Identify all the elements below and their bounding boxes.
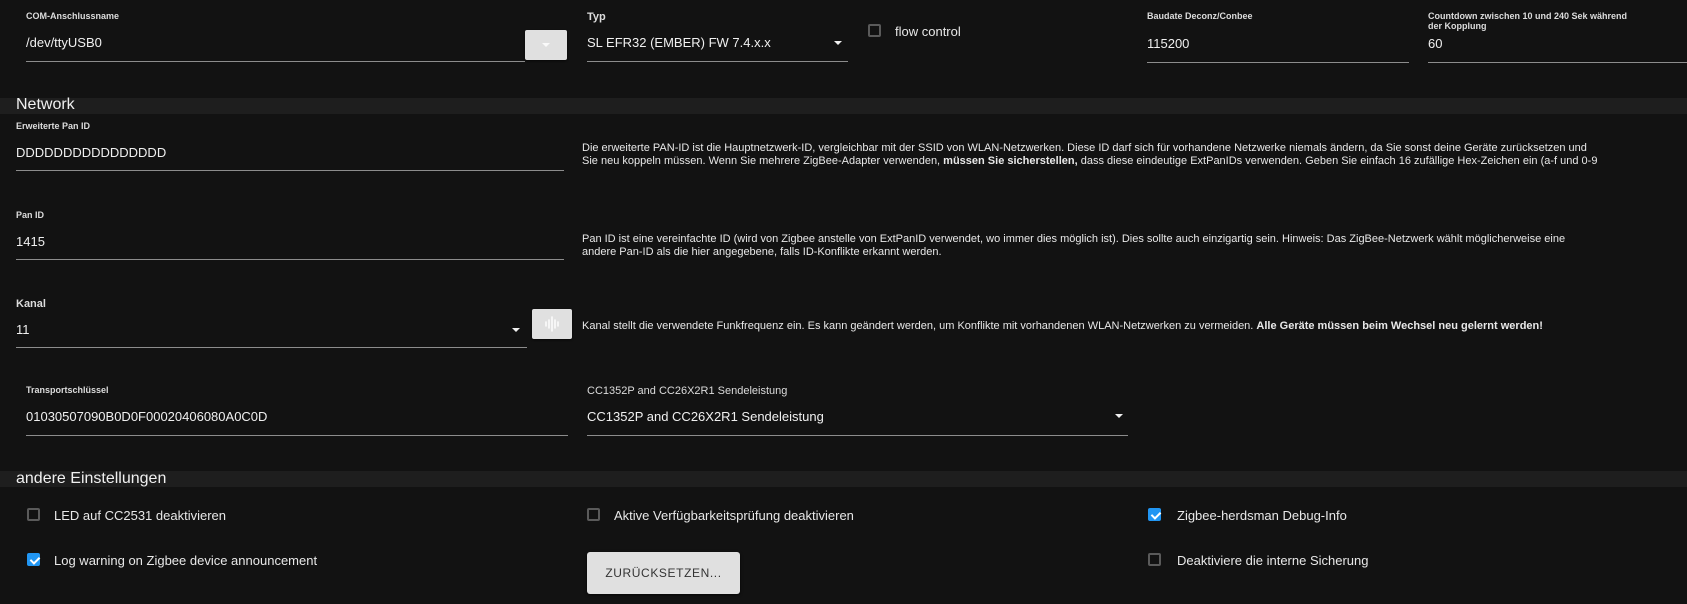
tx-power-underline <box>587 435 1128 436</box>
ext-pan-id-label: Erweiterte Pan ID <box>16 121 91 131</box>
baudrate-label: Baudate Deconz/Conbee <box>1147 11 1253 21</box>
other-settings-section-title: andere Einstellungen <box>16 470 167 487</box>
pan-id-description: Pan ID ist eine vereinfachte ID (wird vo… <box>582 233 1687 259</box>
com-port-label: COM-Anschlussname <box>26 11 120 21</box>
led-disable-label: LED auf CC2531 deaktivieren <box>54 508 226 523</box>
log-warning-label: Log warning on Zigbee device announcemen… <box>54 553 318 568</box>
availability-check-label: Aktive Verfügbarkeitsprüfung deaktiviere… <box>614 508 854 523</box>
countdown-underline <box>1428 62 1687 63</box>
kanal-underline <box>16 347 527 348</box>
network-section-title: Network <box>16 96 75 113</box>
kanal-description: Kanal stellt die verwendete Funkfrequenz… <box>582 320 1543 332</box>
ext-pan-id-description-line1: Die erweiterte PAN-ID ist die Hauptnetzw… <box>582 142 1587 154</box>
pan-id-description-line2: andere Pan-ID als die hier angegebene, f… <box>582 246 942 258</box>
com-port-dropdown-button[interactable] <box>525 30 567 60</box>
countdown-input[interactable]: 60 <box>1428 36 1442 51</box>
ext-pan-id-underline <box>16 170 564 171</box>
availability-check-checkbox[interactable] <box>587 508 600 521</box>
debug-info-checkbox[interactable] <box>1148 508 1161 521</box>
pan-id-underline <box>16 259 564 260</box>
typ-select[interactable]: SL EFR32 (EMBER) FW 7.4.x.x <box>587 35 771 50</box>
chevron-down-icon <box>542 43 550 47</box>
flow-control-label: flow control <box>895 24 961 39</box>
typ-chevron-down-icon[interactable] <box>834 41 842 45</box>
kanal-chevron-down-icon[interactable] <box>512 328 520 332</box>
pan-id-label: Pan ID <box>16 210 45 220</box>
debug-info-label: Zigbee-herdsman Debug-Info <box>1177 508 1347 523</box>
com-port-underline <box>26 61 525 62</box>
baudrate-input[interactable]: 115200 <box>1147 36 1189 51</box>
ext-pan-id-description-line2: Sie neu koppeln müssen. Wenn Sie mehrere… <box>582 155 1598 167</box>
reset-button[interactable]: ZURÜCKSETZEN... <box>587 552 740 594</box>
wave-icon <box>545 316 559 332</box>
kanal-select[interactable]: 11 <box>16 322 30 337</box>
countdown-label: Countdown zwischen 10 und 240 Sek währen… <box>1428 11 1628 31</box>
network-section-header: Network <box>0 96 1687 114</box>
typ-underline <box>587 61 848 62</box>
led-disable-checkbox[interactable] <box>27 508 40 521</box>
transport-key-label: Transportschlüssel <box>26 385 109 395</box>
tx-power-label: CC1352P and CC26X2R1 Sendeleistung <box>587 385 788 397</box>
com-port-input[interactable]: /dev/ttyUSB0 <box>26 35 102 50</box>
pan-id-input[interactable]: 1415 <box>16 234 45 249</box>
flow-control-checkbox[interactable] <box>868 24 881 37</box>
tx-power-chevron-down-icon[interactable] <box>1115 414 1123 418</box>
tx-power-select[interactable]: CC1352P and CC26X2R1 Sendeleistung <box>587 409 824 424</box>
disable-backup-checkbox[interactable] <box>1148 553 1161 566</box>
ext-pan-id-description: Die erweiterte PAN-ID ist die Hauptnetzw… <box>582 142 1687 168</box>
ext-pan-id-input[interactable]: DDDDDDDDDDDDDDDD <box>16 145 166 160</box>
baudrate-underline <box>1147 62 1409 63</box>
disable-backup-label: Deaktiviere die interne Sicherung <box>1177 553 1369 568</box>
pan-id-description-line1: Pan ID ist eine vereinfachte ID (wird vo… <box>582 233 1566 245</box>
typ-label: Typ <box>587 11 606 23</box>
other-settings-section-header: andere Einstellungen <box>0 470 1687 487</box>
transport-key-underline <box>26 435 568 436</box>
kanal-label: Kanal <box>16 298 46 310</box>
transport-key-input[interactable]: 01030507090B0D0F00020406080A0C0D <box>26 409 267 424</box>
log-warning-checkbox[interactable] <box>27 553 40 566</box>
channel-scan-button[interactable] <box>532 309 572 339</box>
